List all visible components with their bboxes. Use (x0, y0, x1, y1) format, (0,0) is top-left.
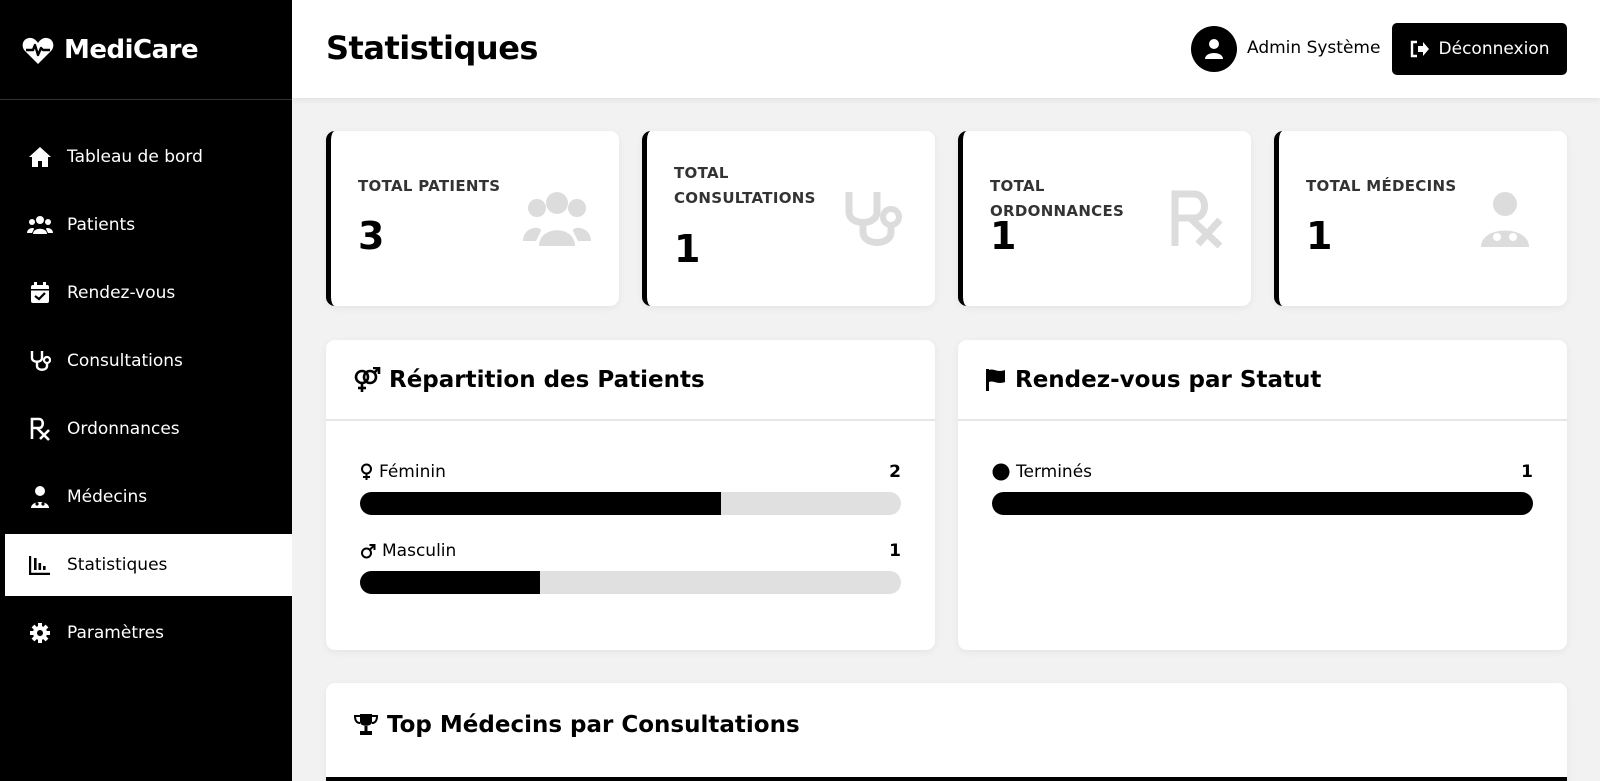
stat-label: TOTAL CONSULTATIONS (674, 164, 816, 207)
stat-card-prescriptions: TOTAL ORDONNANCES 1 (958, 131, 1251, 306)
brand-name: MediCare (64, 34, 199, 65)
bar-label-text: Terminés (1016, 462, 1093, 482)
heart-pulse-icon (22, 34, 54, 66)
sidebar-item-patients[interactable]: Patients (5, 194, 292, 256)
bar-row-completed: Terminés 1 (992, 462, 1533, 515)
stat-value: 1 (990, 214, 1017, 258)
chart-icon (27, 553, 53, 577)
table-header (326, 777, 1567, 781)
sidebar-item-label: Tableau de bord (67, 147, 203, 167)
calendar-check-icon (27, 281, 53, 305)
doctor-icon (1471, 189, 1539, 249)
venus-mars-icon (353, 366, 381, 393)
sidebar-nav: Tableau de bord Patients Rendez-vous Con… (0, 126, 292, 664)
sidebar-item-consultations[interactable]: Consultations (5, 330, 292, 392)
sidebar-item-label: Patients (67, 215, 136, 235)
progress-fill (360, 571, 541, 594)
sidebar-item-label: Paramètres (67, 623, 164, 643)
logout-label: Déconnexion (1438, 39, 1550, 59)
panel-header: Répartition des Patients (326, 340, 935, 421)
bar-label-text: Masculin (382, 541, 457, 561)
stat-value: 1 (674, 227, 701, 271)
stethoscope-icon (839, 189, 907, 249)
bar-label-text: Féminin (379, 462, 446, 482)
sidebar-item-settings[interactable]: Paramètres (5, 602, 292, 664)
mars-icon (360, 542, 376, 560)
home-icon (27, 145, 53, 169)
sidebar-item-doctors[interactable]: Médecins (5, 466, 292, 528)
venus-icon (360, 463, 373, 481)
sidebar-item-prescriptions[interactable]: Ordonnances (5, 398, 292, 460)
user-name: Admin Système (1247, 38, 1381, 58)
stat-label: TOTAL MÉDECINS (1306, 177, 1457, 195)
sidebar-item-statistics[interactable]: Statistiques (5, 534, 292, 596)
trophy-icon (353, 713, 379, 737)
prescription-icon (27, 417, 53, 441)
progress-fill (992, 492, 1533, 515)
page-title: Statistiques (326, 29, 538, 67)
doctor-icon (27, 485, 53, 509)
appointments-status-panel: Rendez-vous par Statut Terminés 1 (958, 340, 1567, 650)
progress-track (992, 492, 1533, 515)
progress-fill (360, 492, 721, 515)
stat-card-patients: TOTAL PATIENTS 3 (326, 131, 619, 306)
sidebar-item-label: Médecins (67, 487, 148, 507)
users-icon (27, 213, 53, 237)
sidebar-item-label: Ordonnances (67, 419, 180, 439)
stat-card-consultations: TOTAL CONSULTATIONS 1 (642, 131, 935, 306)
users-icon (523, 189, 591, 249)
panel-title: Rendez-vous par Statut (1015, 366, 1322, 393)
prescription-icon (1163, 189, 1231, 249)
sidebar-item-dashboard[interactable]: Tableau de bord (5, 126, 292, 188)
stat-label: TOTAL PATIENTS (358, 177, 501, 195)
avatar[interactable] (1191, 26, 1237, 72)
sidebar: MediCare Tableau de bord Patients Rendez… (0, 0, 292, 781)
top-doctors-panel: Top Médecins par Consultations (326, 683, 1567, 781)
sidebar-item-appointments[interactable]: Rendez-vous (5, 262, 292, 324)
flag-icon (985, 368, 1007, 392)
bar-row-male: Masculin 1 (360, 541, 901, 594)
bar-count: 2 (889, 462, 901, 482)
progress-track (360, 571, 901, 594)
bar-count: 1 (1521, 462, 1533, 482)
bar-label: Masculin (360, 541, 901, 561)
patients-distribution-panel: Répartition des Patients Féminin 2 Mascu… (326, 340, 935, 650)
topbar: Statistiques Admin Système Déconnexion (292, 0, 1600, 98)
bar-row-female: Féminin 2 (360, 462, 901, 515)
panel-header: Rendez-vous par Statut (958, 340, 1567, 421)
brand[interactable]: MediCare (0, 0, 292, 100)
gear-icon (27, 621, 53, 645)
bar-label: Féminin (360, 462, 901, 482)
circle-icon (992, 463, 1010, 481)
bar-label: Terminés (992, 462, 1533, 482)
sign-out-icon (1410, 40, 1430, 58)
user-icon (1205, 39, 1223, 59)
panel-title: Répartition des Patients (389, 366, 705, 393)
logout-button[interactable]: Déconnexion (1392, 23, 1567, 75)
panel-title: Top Médecins par Consultations (387, 712, 800, 738)
sidebar-item-label: Rendez-vous (67, 283, 176, 303)
bar-count: 1 (889, 541, 901, 561)
panel-header: Top Médecins par Consultations (326, 683, 1567, 767)
sidebar-item-label: Consultations (67, 351, 183, 371)
sidebar-item-label: Statistiques (67, 555, 168, 575)
stat-value: 3 (358, 214, 385, 258)
progress-track (360, 492, 901, 515)
stat-value: 1 (1306, 214, 1333, 258)
stethoscope-icon (27, 349, 53, 373)
stat-card-doctors: TOTAL MÉDECINS 1 (1274, 131, 1567, 306)
